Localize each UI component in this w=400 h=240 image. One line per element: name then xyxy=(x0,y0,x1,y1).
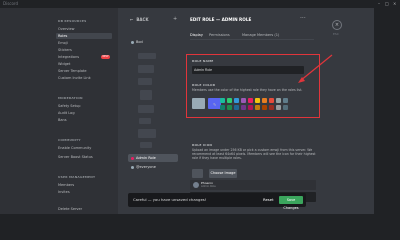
annotation-arrow xyxy=(298,54,333,83)
unsaved-message: Careful — you have unsaved changes! xyxy=(133,197,207,202)
unsaved-changes-bar: Careful — you have unsaved changes! Rese… xyxy=(128,193,306,210)
reset-button[interactable]: Reset xyxy=(263,197,274,202)
save-changes-button[interactable]: Save Changes xyxy=(279,196,303,210)
